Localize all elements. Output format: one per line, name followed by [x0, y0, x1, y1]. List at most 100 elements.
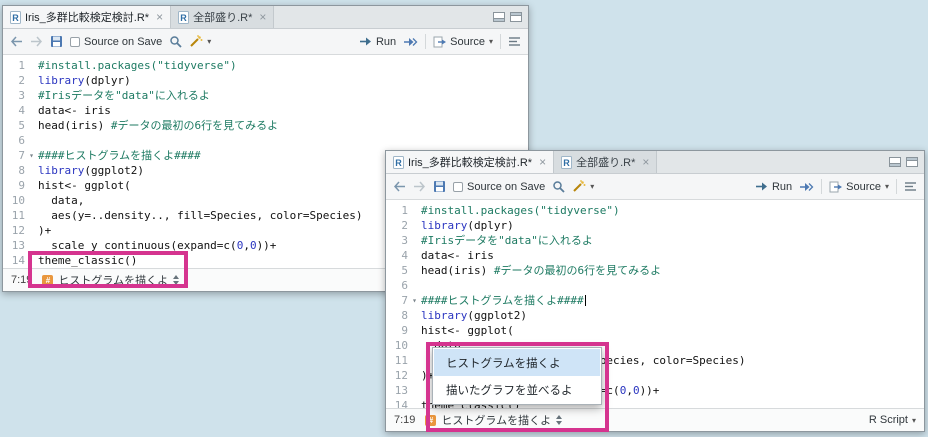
run-button[interactable]: Run: [359, 36, 396, 48]
fold-gutter: [408, 308, 421, 323]
rerun-icon[interactable]: [799, 181, 814, 193]
line-number[interactable]: 1: [386, 203, 408, 218]
updown-arrows-icon: [556, 415, 563, 425]
line-number[interactable]: 7: [386, 293, 408, 308]
source-button[interactable]: Source ▾: [433, 36, 493, 48]
close-icon[interactable]: ×: [156, 11, 163, 23]
line-number[interactable]: 4: [386, 248, 408, 263]
source-on-save-checkbox[interactable]: Source on Save: [453, 181, 545, 193]
line-number[interactable]: 2: [3, 73, 25, 88]
code-tools-wand-icon[interactable]: ▾: [572, 180, 594, 193]
forward-icon[interactable]: [413, 181, 426, 192]
line-number[interactable]: 7: [3, 148, 25, 163]
line-number[interactable]: 10: [3, 193, 25, 208]
line-number[interactable]: 11: [3, 208, 25, 223]
file-type-dropdown[interactable]: R Script ▾: [869, 414, 916, 426]
line-number[interactable]: 8: [3, 163, 25, 178]
minimize-icon[interactable]: [889, 157, 901, 167]
line-number[interactable]: 14: [3, 253, 25, 268]
tab-iris-script[interactable]: R Iris_多群比較検定検討.R* ×: [386, 151, 555, 173]
text-cursor: [584, 295, 587, 306]
code-text: data<- iris: [38, 104, 111, 117]
fold-gutter: [25, 88, 38, 103]
line-number[interactable]: 9: [3, 178, 25, 193]
source-editor-window-front: R Iris_多群比較検定検討.R* × R 全部盛り.R* × Source …: [385, 150, 925, 432]
outline-icon[interactable]: [508, 36, 521, 47]
section-popup-menu: ヒストグラムを描くよ 描いたグラフを並べるよ: [432, 347, 602, 405]
section-nav-dropdown[interactable]: # ヒストグラムを描くよ: [42, 272, 180, 288]
chevron-down-icon: ▾: [590, 182, 595, 191]
code-line[interactable]: 4 data<- iris: [3, 103, 528, 118]
line-number[interactable]: 6: [386, 278, 408, 293]
code-line[interactable]: 2 library(dplyr): [386, 218, 924, 233]
source-on-save-checkbox[interactable]: Source on Save: [70, 36, 162, 48]
line-number[interactable]: 9: [386, 323, 408, 338]
popup-item[interactable]: ヒストグラムを描くよ: [434, 349, 600, 376]
r-script-icon: R: [10, 10, 21, 24]
forward-icon[interactable]: [30, 36, 43, 47]
line-number[interactable]: 13: [386, 383, 408, 398]
popup-item[interactable]: 描いたグラフを並べるよ: [434, 376, 600, 403]
run-button[interactable]: Run: [755, 181, 792, 193]
code-line[interactable]: 5 head(iris) #データの最初の6行を見てみるよ: [3, 118, 528, 133]
close-icon[interactable]: ×: [539, 156, 546, 168]
line-number[interactable]: 5: [386, 263, 408, 278]
rerun-icon[interactable]: [403, 36, 418, 48]
line-number[interactable]: 11: [386, 353, 408, 368]
search-icon[interactable]: [169, 35, 182, 48]
r-script-icon: R: [178, 10, 190, 24]
fold-icon[interactable]: ▾: [25, 148, 38, 163]
maximize-icon[interactable]: [906, 157, 918, 167]
code-line[interactable]: 9 hist<- ggplot(: [386, 323, 924, 338]
line-number[interactable]: 12: [386, 368, 408, 383]
minimize-icon[interactable]: [493, 12, 505, 22]
tab-bar: R Iris_多群比較検定検討.R* × R 全部盛り.R* ×: [3, 6, 528, 29]
code-tools-wand-icon[interactable]: ▾: [189, 35, 211, 48]
save-icon[interactable]: [50, 35, 63, 48]
svg-text:R: R: [395, 158, 402, 168]
line-number[interactable]: 3: [3, 88, 25, 103]
line-number[interactable]: 4: [3, 103, 25, 118]
code-line[interactable]: 4 data<- iris: [386, 248, 924, 263]
fold-icon[interactable]: ▾: [408, 293, 421, 308]
code-line[interactable]: 5 head(iris) #データの最初の6行を見てみるよ: [386, 263, 924, 278]
back-icon[interactable]: [393, 181, 406, 192]
source-button[interactable]: Source ▾: [829, 181, 889, 193]
line-number[interactable]: 6: [3, 133, 25, 148]
code-line[interactable]: 6: [3, 133, 528, 148]
tab-zenbumori-script[interactable]: R 全部盛り.R* ×: [554, 151, 658, 173]
back-icon[interactable]: [10, 36, 23, 47]
line-number[interactable]: 10: [386, 338, 408, 353]
cursor-position[interactable]: 7:19: [11, 274, 32, 286]
line-number[interactable]: 2: [386, 218, 408, 233]
line-number[interactable]: 3: [386, 233, 408, 248]
code-line[interactable]: 8 library(ggplot2): [386, 308, 924, 323]
tab-zenbumori-script[interactable]: R 全部盛り.R* ×: [171, 6, 275, 28]
line-number[interactable]: 13: [3, 238, 25, 253]
maximize-icon[interactable]: [510, 12, 522, 22]
outline-icon[interactable]: [904, 181, 917, 192]
code-text: library(dplyr): [421, 219, 514, 232]
line-number[interactable]: 14: [386, 398, 408, 408]
cursor-position[interactable]: 7:19: [394, 414, 415, 426]
code-line[interactable]: 1 #install.packages("tidyverse"): [386, 203, 924, 218]
code-text: aes(y=..density.., fill=Species, color=S…: [38, 209, 363, 222]
search-icon[interactable]: [552, 180, 565, 193]
code-line[interactable]: 7 ▾ ####ヒストグラムを描くよ####: [386, 293, 924, 308]
code-line[interactable]: 6: [386, 278, 924, 293]
code-line[interactable]: 3 #Irisデータを"data"に入れるよ: [386, 233, 924, 248]
code-line[interactable]: 1 #install.packages("tidyverse"): [3, 58, 528, 73]
line-number[interactable]: 5: [3, 118, 25, 133]
close-icon[interactable]: ×: [642, 156, 649, 168]
save-icon[interactable]: [433, 180, 446, 193]
checkbox-icon[interactable]: [453, 181, 463, 192]
checkbox-icon[interactable]: [70, 36, 80, 47]
line-number[interactable]: 8: [386, 308, 408, 323]
code-line[interactable]: 2 library(dplyr): [3, 73, 528, 88]
close-icon[interactable]: ×: [259, 11, 266, 23]
tab-iris-script[interactable]: R Iris_多群比較検定検討.R* ×: [3, 6, 172, 28]
line-number[interactable]: 1: [3, 58, 25, 73]
code-line[interactable]: 3 #Irisデータを"data"に入れるよ: [3, 88, 528, 103]
section-nav-dropdown[interactable]: # ヒストグラムを描くよ: [425, 412, 563, 428]
line-number[interactable]: 12: [3, 223, 25, 238]
